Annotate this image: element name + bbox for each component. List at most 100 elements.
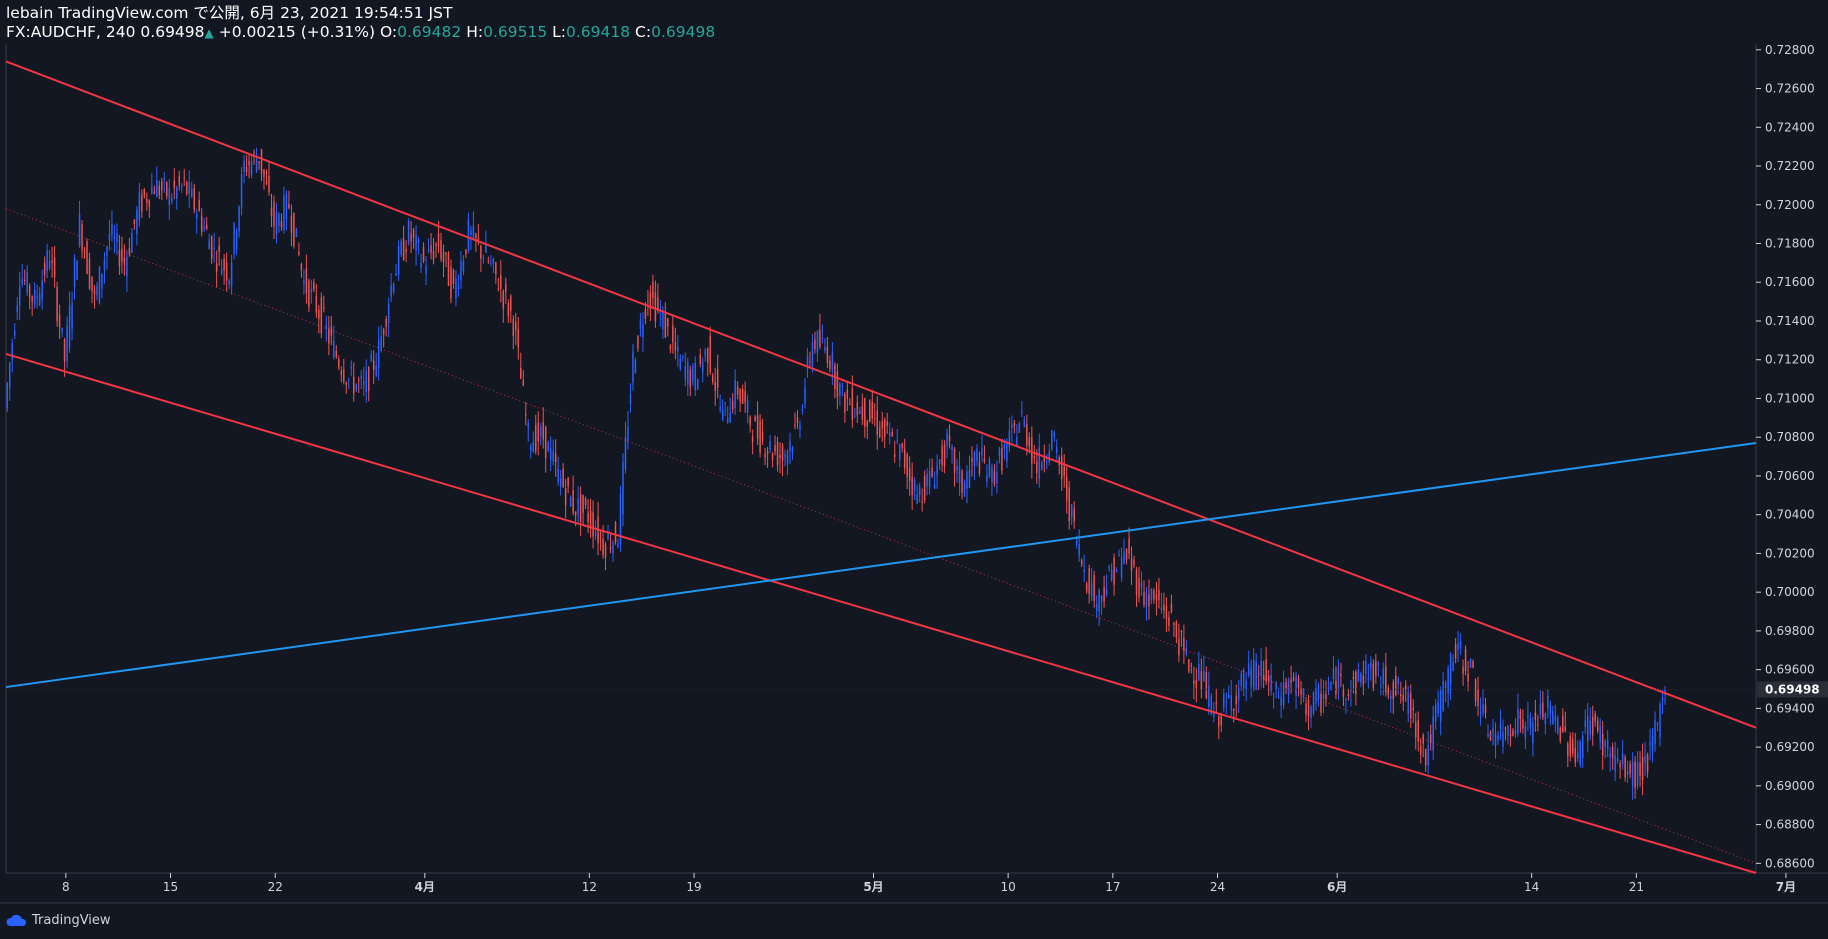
candle-body xyxy=(1462,667,1464,674)
candle-body xyxy=(1494,733,1497,747)
candle-body xyxy=(365,370,367,392)
candle-body xyxy=(1502,731,1504,747)
candle-body xyxy=(472,225,475,238)
candle-body xyxy=(395,273,397,276)
x-tick-label: 6月 xyxy=(1327,880,1347,894)
y-tick-label: 0.68600 xyxy=(1765,856,1815,870)
candle-body xyxy=(1372,663,1375,689)
candle-body xyxy=(138,192,141,221)
candle-body xyxy=(1140,582,1143,589)
candle-body xyxy=(1532,722,1534,743)
candle-body xyxy=(1644,755,1646,763)
candle-body xyxy=(91,276,93,292)
candle-body xyxy=(1437,702,1439,714)
candle-body xyxy=(290,216,293,233)
candle-body xyxy=(280,221,283,228)
x-tick-label: 10 xyxy=(1000,880,1015,894)
candle-body xyxy=(1260,660,1262,677)
candle-body xyxy=(1093,575,1095,601)
candle-body xyxy=(587,512,589,523)
candle-body xyxy=(1090,583,1093,597)
candle-body xyxy=(1041,462,1043,470)
candle-body xyxy=(1332,668,1335,680)
candle-body xyxy=(749,416,751,426)
candle-body xyxy=(238,206,240,232)
candle-body xyxy=(213,247,215,249)
candle-body xyxy=(447,253,450,286)
candle-body xyxy=(1524,725,1527,738)
cloud-icon xyxy=(6,914,27,926)
y-tick-label: 0.71600 xyxy=(1765,275,1815,289)
candle-body xyxy=(1113,557,1115,585)
candle-body xyxy=(791,447,794,454)
candle-body xyxy=(1120,556,1123,579)
candle-body xyxy=(133,219,136,224)
candle-body xyxy=(325,324,328,330)
candle-body xyxy=(1043,457,1046,462)
candle-body xyxy=(1439,689,1442,722)
candle-body xyxy=(440,239,442,260)
y-tick-label: 0.72200 xyxy=(1765,159,1815,173)
y-tick-label: 0.69200 xyxy=(1765,740,1815,754)
candle-body xyxy=(916,494,918,504)
candle-body xyxy=(93,290,96,295)
candle-body xyxy=(574,511,577,516)
footer-brand: TradingView xyxy=(32,912,111,928)
candle-body xyxy=(1542,702,1544,718)
candle-body xyxy=(487,260,490,262)
candle-body xyxy=(1574,747,1577,763)
candle-body xyxy=(392,284,395,292)
candle-body xyxy=(141,194,143,212)
candle-body xyxy=(243,160,245,172)
candle-body xyxy=(295,228,298,237)
candle-body xyxy=(1252,659,1255,689)
y-tick-label: 0.69600 xyxy=(1765,663,1815,677)
candle-body xyxy=(1606,740,1609,749)
candle-body xyxy=(1447,668,1449,694)
candle-body xyxy=(684,365,687,380)
candle-body xyxy=(682,356,684,358)
candle-body xyxy=(36,296,38,299)
candle-body xyxy=(846,389,849,399)
candle-body xyxy=(1060,456,1063,480)
candle-body xyxy=(654,292,657,322)
candle-body xyxy=(460,261,462,281)
candle-body xyxy=(1567,743,1569,757)
candle-body xyxy=(467,219,470,251)
candle-body xyxy=(859,410,861,415)
y-tick-label: 0.71000 xyxy=(1765,391,1815,405)
candle-body xyxy=(48,261,51,269)
candle-body xyxy=(173,180,176,189)
candle-body xyxy=(779,454,781,459)
candle-body xyxy=(188,181,190,195)
candle-body xyxy=(402,238,405,260)
candle-body xyxy=(128,248,131,255)
y-tick-label: 0.72600 xyxy=(1765,82,1815,96)
candle-body xyxy=(978,462,981,474)
candle-body xyxy=(1011,424,1013,429)
candle-body xyxy=(883,419,886,437)
candle-body xyxy=(971,457,973,462)
candle-body xyxy=(1651,735,1654,752)
candle-body xyxy=(1504,727,1507,729)
price-chart[interactable]: 0.72800 0.72600 0.72400 0.72200 0.72000 0.718… xyxy=(0,0,1828,939)
candle-body xyxy=(632,351,634,383)
candle-body xyxy=(520,368,522,379)
y-tick-label: 0.72400 xyxy=(1765,120,1815,134)
candle-body xyxy=(627,426,629,443)
candle-body xyxy=(318,309,320,320)
y-tick-label: 0.70600 xyxy=(1765,469,1815,483)
candle-body xyxy=(1056,447,1058,453)
candle-body xyxy=(539,426,542,437)
tradingview-logo[interactable]: TradingView xyxy=(6,911,111,929)
candle-body xyxy=(343,369,345,382)
candle-body xyxy=(1519,711,1522,720)
candle-body xyxy=(1584,720,1586,727)
candle-body xyxy=(1190,665,1193,667)
candle-body xyxy=(1163,604,1165,611)
candle-body xyxy=(522,380,525,386)
y-tick-label: 0.72800 xyxy=(1765,43,1815,57)
candle-body xyxy=(988,459,991,477)
candle-body xyxy=(794,424,796,427)
candle-body xyxy=(23,279,26,281)
